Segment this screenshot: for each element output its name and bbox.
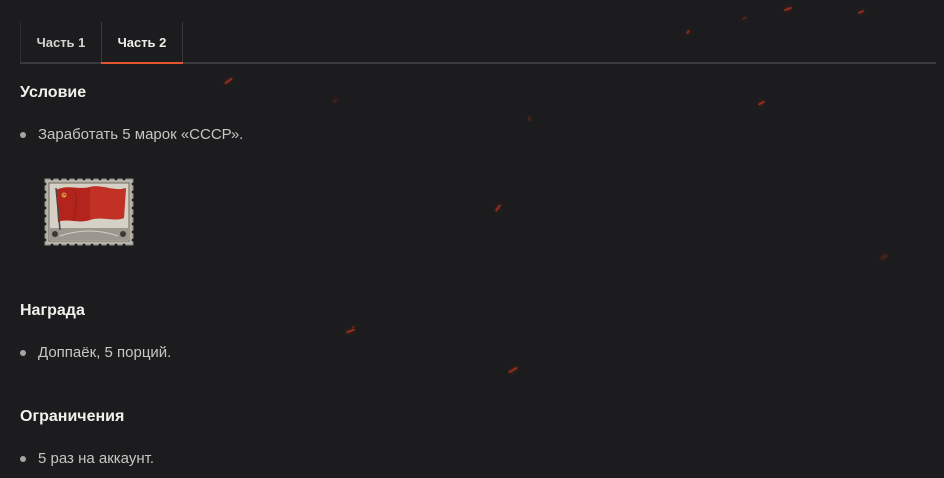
ussr-flag-stamp-icon <box>43 177 135 247</box>
reward-heading: Награда <box>20 302 85 319</box>
bullet-icon <box>20 131 26 138</box>
bullet-icon <box>20 349 26 356</box>
condition-item-text: Заработать 5 марок «СССР». <box>38 126 244 143</box>
condition-heading: Условие <box>20 84 87 101</box>
tab-part-1[interactable]: Часть 1 <box>20 22 101 62</box>
quest-panel: Часть 1 Часть 2 Условие Заработать 5 мар… <box>20 22 936 467</box>
spark-particles-decoration <box>0 0 944 478</box>
limits-item-text: 5 раз на аккаунт. <box>38 450 154 467</box>
limits-item: 5 раз на аккаунт. <box>20 450 154 467</box>
reward-item: Доппаёк, 5 порций. <box>20 344 171 361</box>
tab-part-2[interactable]: Часть 2 <box>101 22 183 64</box>
limits-heading: Ограничения <box>20 408 125 425</box>
condition-item: Заработать 5 марок «СССР». <box>20 126 243 143</box>
reward-item-text: Доппаёк, 5 порций. <box>38 344 172 361</box>
bullet-icon <box>20 455 26 462</box>
tab-bar: Часть 1 Часть 2 <box>20 22 936 64</box>
